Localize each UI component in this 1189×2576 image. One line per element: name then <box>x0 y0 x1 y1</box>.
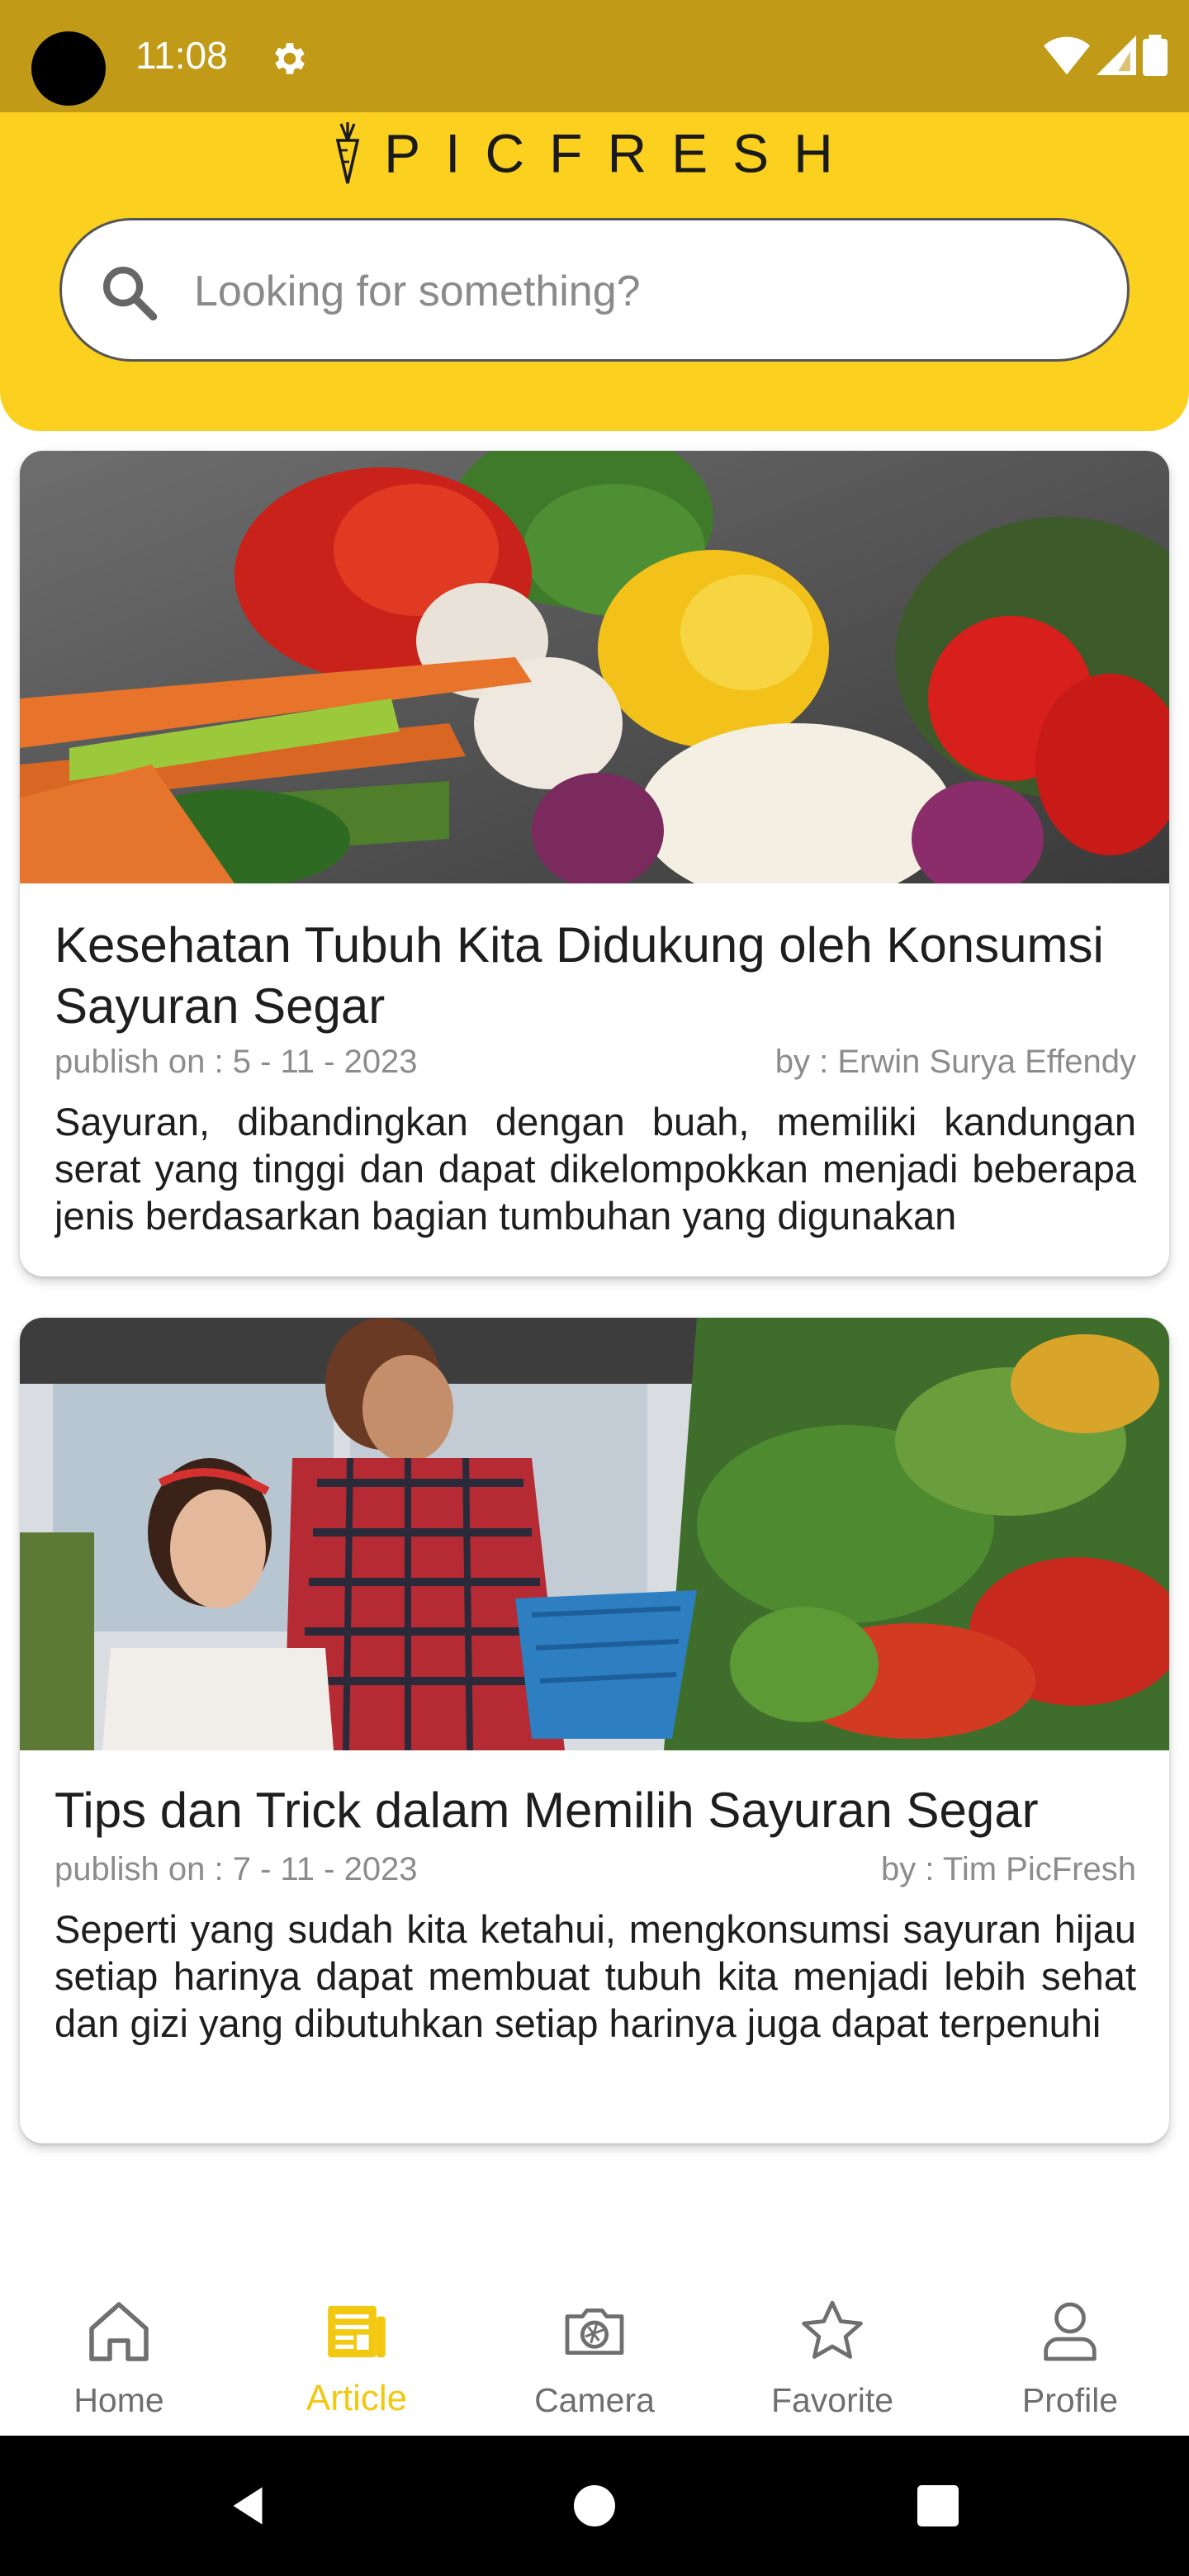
carrot-icon <box>335 121 360 183</box>
article-author: by : Erwin Surya Effendy <box>775 1044 1136 1080</box>
nav-article-label: Article <box>306 2378 408 2418</box>
app-logo: PICFRESH <box>0 117 1189 187</box>
star-icon <box>802 2300 863 2359</box>
status-icons <box>1044 35 1168 76</box>
article-image-vegetables[interactable] <box>20 451 1169 883</box>
article-card[interactable]: Tips dan Trick dalam Memilih Sayuran Seg… <box>20 1318 1169 2143</box>
bottom-navigation: Home Article Camera Favorite Profile <box>0 2262 1189 2436</box>
app-header: PICFRESH <box>0 112 1189 431</box>
battery-icon <box>1143 35 1168 76</box>
status-time: 11:08 <box>135 34 228 77</box>
home-icon <box>89 2302 149 2361</box>
camera-icon <box>565 2308 624 2356</box>
article-date: publish on : 7 - 11 - 2023 <box>54 1851 418 1887</box>
nav-home-label: Home <box>73 2381 164 2419</box>
article-excerpt: Seperti yang sudah kita ketahui, mengkon… <box>54 1907 1136 2045</box>
search-icon[interactable] <box>98 262 161 324</box>
article-author: by : Tim PicFresh <box>881 1851 1136 1887</box>
article-title[interactable]: Kesehatan Tubuh Kita Didukung oleh Konsu… <box>54 915 1161 1037</box>
home-button-icon[interactable] <box>570 2481 619 2531</box>
nav-profile-label: Profile <box>1021 2381 1119 2419</box>
settings-icon <box>275 43 305 74</box>
search-input[interactable] <box>192 253 1087 329</box>
nav-favorite[interactable]: Favorite <box>713 2295 951 2427</box>
system-navigation-bar <box>0 2436 1189 2576</box>
wifi-icon <box>1044 36 1090 75</box>
status-bar: 11:08 <box>0 0 1189 112</box>
nav-profile[interactable]: Profile <box>951 2295 1189 2427</box>
recents-icon[interactable] <box>913 2481 963 2531</box>
app-logo-text: PICFRESH <box>384 122 858 184</box>
article-card[interactable]: Kesehatan Tubuh Kita Didukung oleh Konsu… <box>20 451 1169 1276</box>
article-excerpt: Sayuran, dibandingkan dengan buah, memil… <box>54 1100 1136 1238</box>
article-date: publish on : 5 - 11 - 2023 <box>54 1044 418 1080</box>
nav-favorite-label: Favorite <box>770 2381 894 2419</box>
article-title[interactable]: Tips dan Trick dalam Memilih Sayuran Seg… <box>54 1780 1161 1841</box>
nav-article[interactable]: Article <box>238 2295 476 2427</box>
nav-home[interactable]: Home <box>0 2295 238 2427</box>
article-icon <box>328 2305 386 2358</box>
signal-icon <box>1097 36 1136 75</box>
back-icon[interactable] <box>223 2481 272 2531</box>
article-image-shopping[interactable] <box>20 1318 1169 1750</box>
nav-camera[interactable]: Camera <box>476 2295 713 2427</box>
camera-cutout <box>31 31 106 106</box>
nav-camera-label: Camera <box>534 2381 655 2419</box>
profile-icon <box>1044 2302 1097 2361</box>
search-bar[interactable] <box>59 218 1130 362</box>
